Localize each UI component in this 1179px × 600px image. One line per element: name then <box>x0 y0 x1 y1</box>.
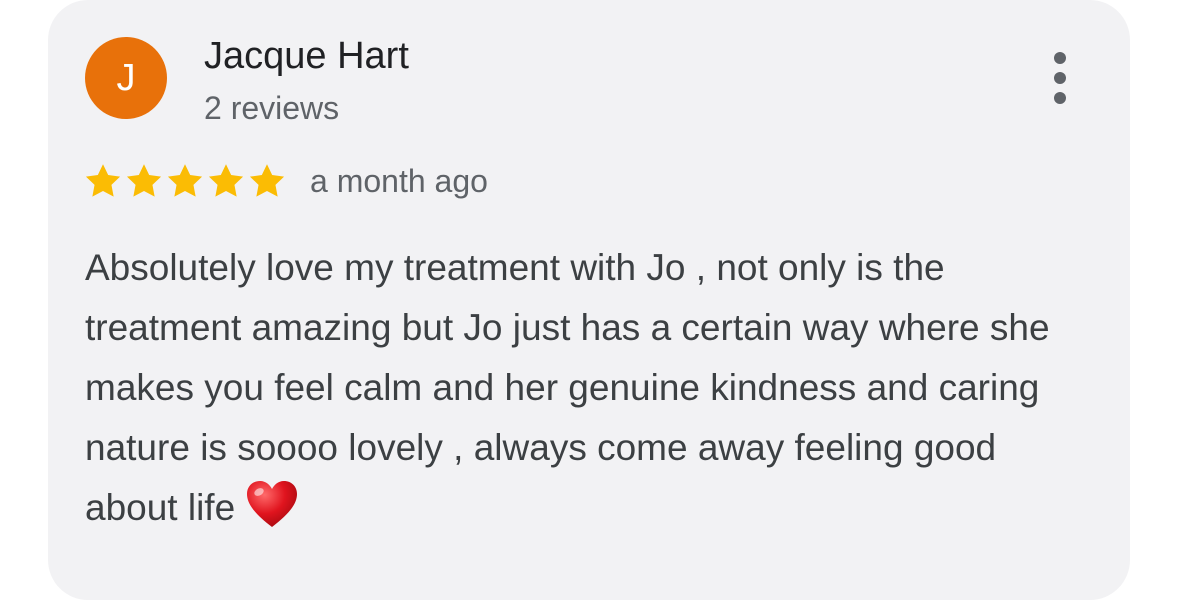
more-vert-icon <box>1054 52 1066 64</box>
star-icon <box>248 163 286 199</box>
review-count: 2 reviews <box>204 90 340 126</box>
star-icon <box>207 163 245 199</box>
more-options-button[interactable] <box>1038 48 1082 108</box>
red-heart-icon <box>245 480 299 548</box>
rating-row: a month ago <box>84 158 488 204</box>
more-vert-icon-dot <box>1054 72 1066 84</box>
avatar[interactable]: J <box>85 37 167 119</box>
review-date: a month ago <box>310 162 488 199</box>
review-body: Absolutely love my treatment with Jo , n… <box>85 238 1095 548</box>
author-name[interactable]: Jacque Hart <box>204 33 409 79</box>
review-text: Absolutely love my treatment with Jo , n… <box>85 247 1050 528</box>
more-vert-icon-dot <box>1054 92 1066 104</box>
star-icon <box>166 163 204 199</box>
star-icon <box>125 163 163 199</box>
star-icon <box>84 163 122 199</box>
avatar-letter: J <box>116 56 136 99</box>
star-rating <box>84 163 286 199</box>
